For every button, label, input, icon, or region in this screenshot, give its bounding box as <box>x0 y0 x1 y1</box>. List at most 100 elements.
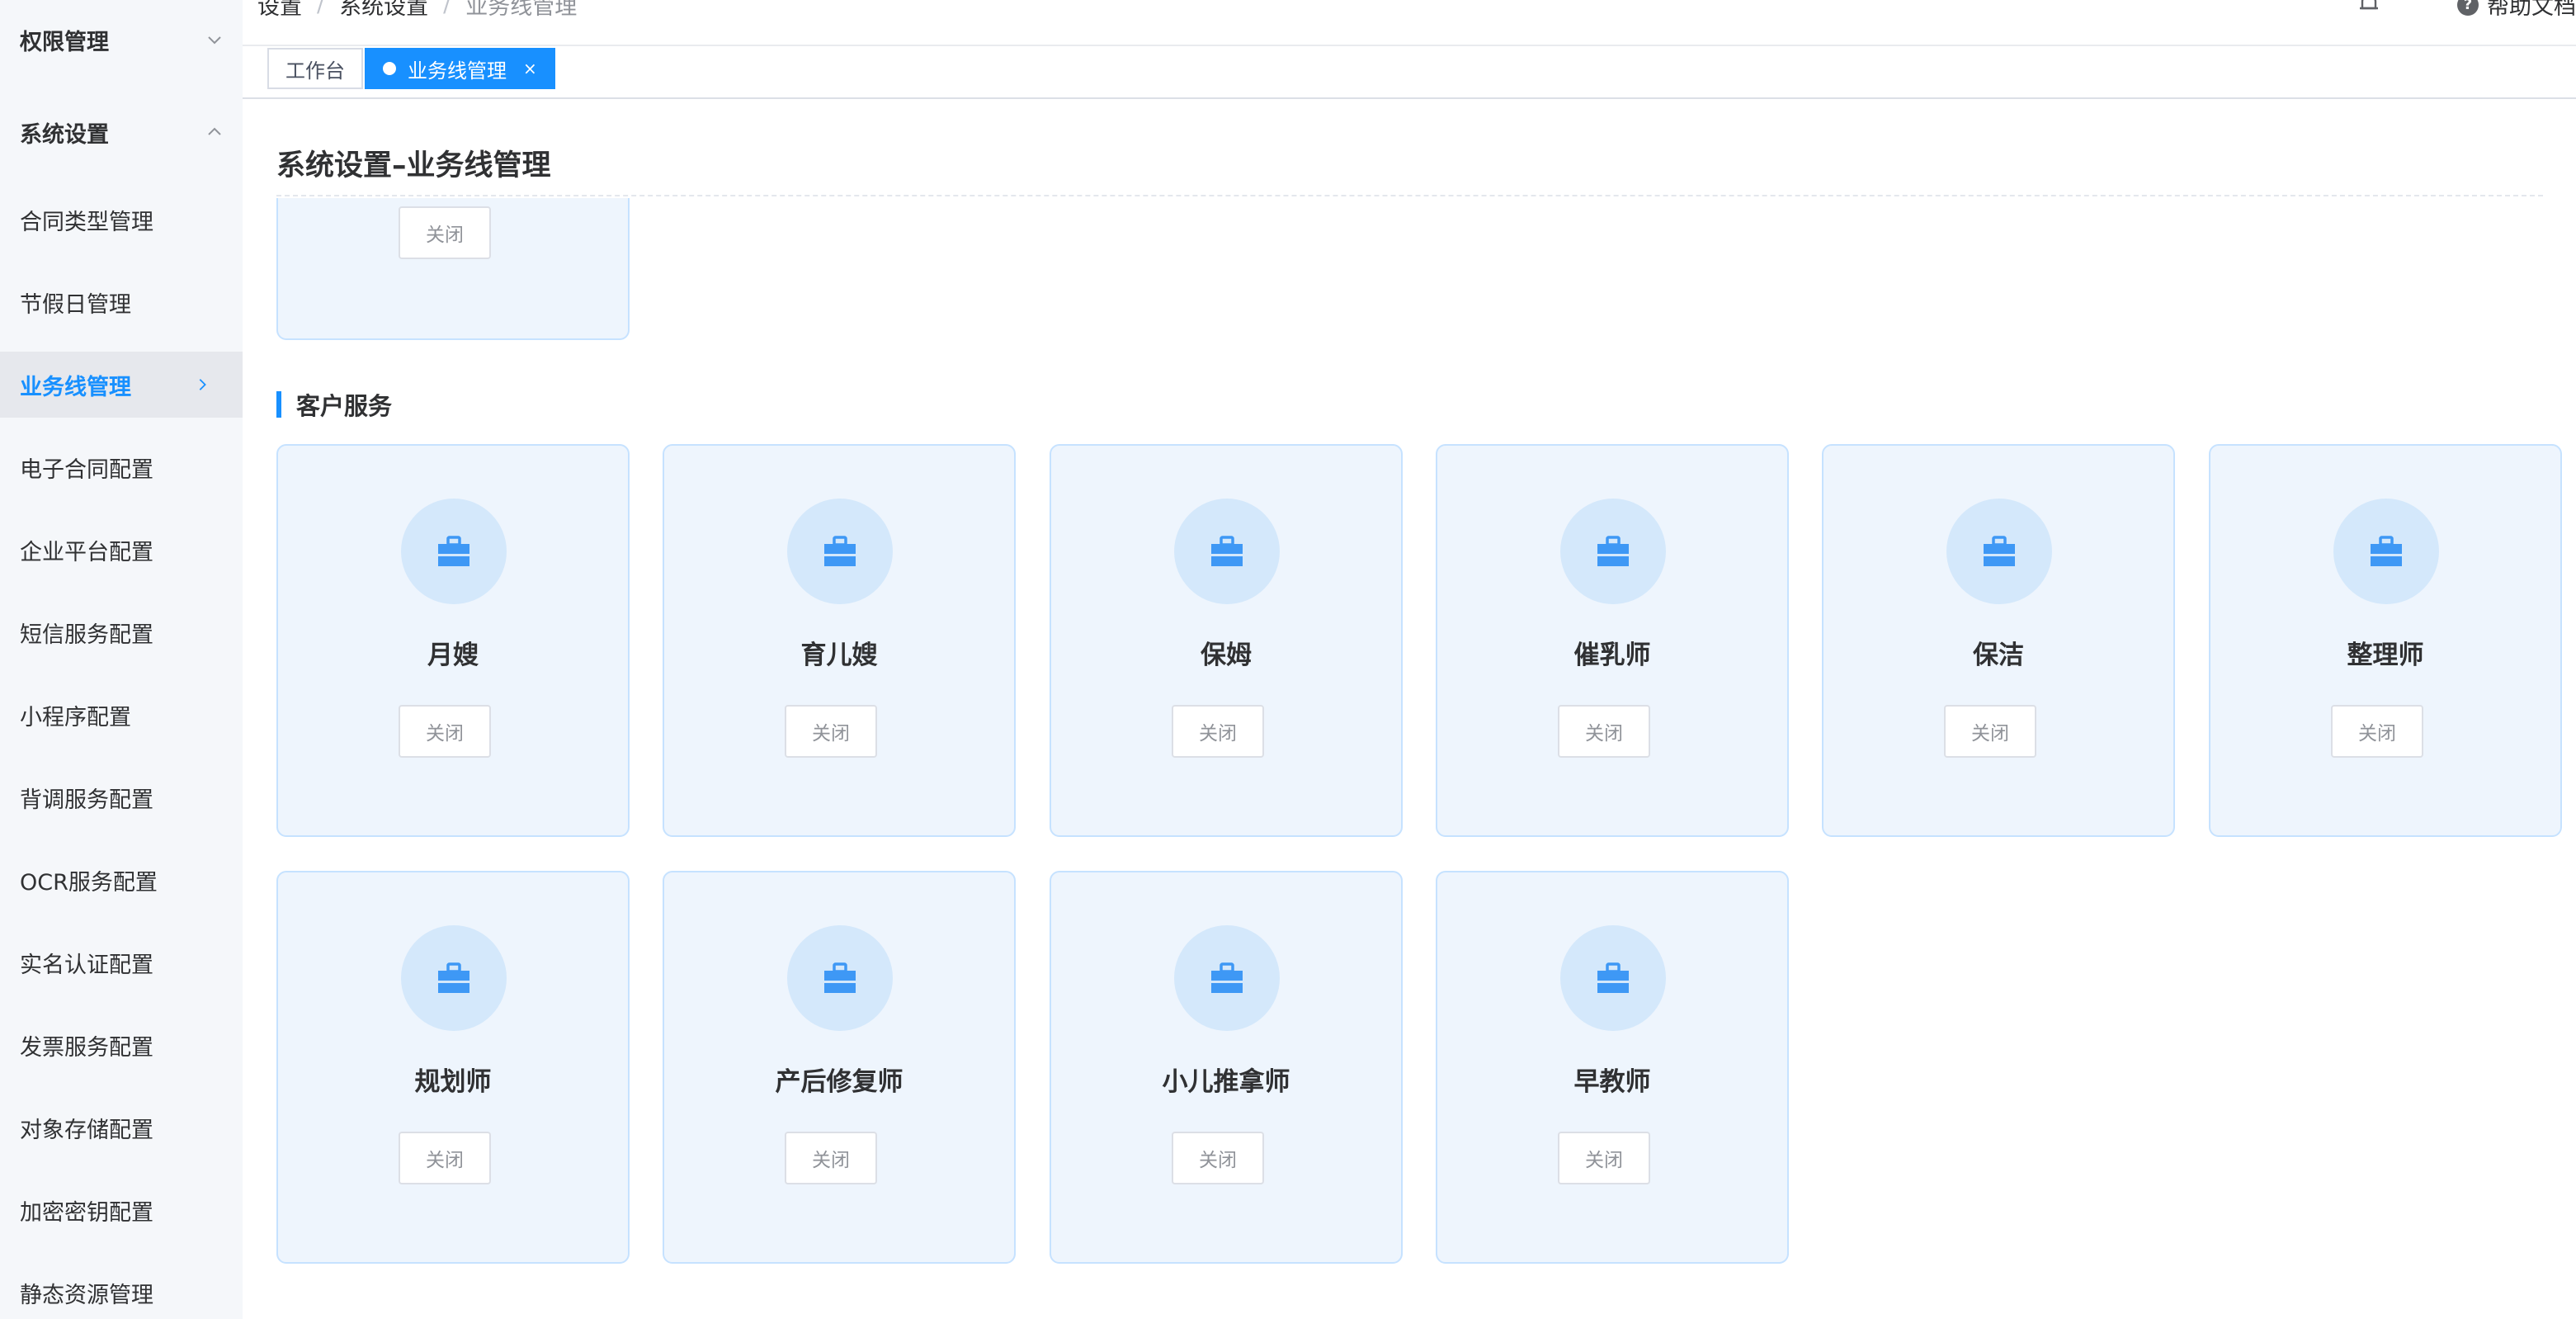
tab-label: 业务线管理 <box>408 59 507 83</box>
briefcase-icon <box>1211 962 1243 993</box>
sidebar: 权限管理 系统设置 合同类型管理 节假日管理 业务线管理 电子合同配置 企业平台… <box>0 0 243 1319</box>
business-line-name: 整理师 <box>2347 641 2424 670</box>
sidebar-item-label: 业务线管理 <box>20 374 131 400</box>
sidebar-item-label: 电子合同配置 <box>20 456 153 483</box>
icon-circle <box>2333 499 2439 604</box>
briefcase-icon <box>438 962 469 993</box>
business-line-name: 育儿嫂 <box>800 641 878 670</box>
close-button[interactable]: 关闭 <box>1172 1132 1264 1184</box>
icon-circle <box>1174 499 1280 604</box>
icon-circle <box>1560 925 1666 1031</box>
close-button[interactable]: 关闭 <box>399 705 491 758</box>
breadcrumb-item[interactable]: 系统设置 <box>339 0 428 21</box>
chevron-right-icon <box>199 379 206 390</box>
section-title-label: 客户服务 <box>296 392 393 420</box>
close-icon[interactable]: × <box>523 59 537 78</box>
chevron-down-icon <box>208 36 221 45</box>
close-button[interactable]: 关闭 <box>785 1132 877 1184</box>
sidebar-item-label: 背调服务配置 <box>20 787 153 813</box>
close-button[interactable]: 关闭 <box>2331 705 2423 758</box>
breadcrumb-separator: / <box>443 0 451 17</box>
business-line-name: 规划师 <box>414 1067 492 1097</box>
sidebar-group-system-settings[interactable]: 系统设置 <box>20 116 223 149</box>
sidebar-item-label: 合同类型管理 <box>20 209 153 235</box>
sidebar-item-label: 短信服务配置 <box>20 622 153 648</box>
close-button[interactable]: 关闭 <box>1944 705 2036 758</box>
sidebar-item-e-contract[interactable]: 电子合同配置 <box>0 434 243 500</box>
sidebar-item-object-storage[interactable]: 对象存储配置 <box>0 1094 243 1161</box>
icon-circle <box>1946 499 2052 604</box>
close-button[interactable]: 关闭 <box>785 705 877 758</box>
tab-business-lines[interactable]: 业务线管理 × <box>365 48 555 89</box>
breadcrumb-separator: / <box>317 0 325 17</box>
business-line-name: 小儿推拿师 <box>1162 1067 1290 1097</box>
sidebar-item-holidays[interactable]: 节假日管理 <box>0 269 243 335</box>
sidebar-item-contract-types[interactable]: 合同类型管理 <box>0 187 243 253</box>
breadcrumb: 设置 / 系统设置 / 业务线管理 <box>257 0 577 21</box>
icon-circle <box>1174 925 1280 1031</box>
business-line-card: 小儿推拿师关闭 <box>1050 871 1403 1264</box>
sidebar-item-real-name-auth[interactable]: 实名认证配置 <box>0 929 243 995</box>
business-line-name: 早教师 <box>1573 1067 1651 1097</box>
close-button[interactable]: 关闭 <box>399 1132 491 1184</box>
business-line-name: 保洁 <box>1973 641 2024 670</box>
business-line-card: 育儿嫂关闭 <box>663 444 1016 837</box>
close-button[interactable]: 关闭 <box>1558 1132 1650 1184</box>
breadcrumb-item-current: 业务线管理 <box>465 0 578 20</box>
briefcase-icon <box>1597 536 1629 566</box>
sidebar-item-label: 节假日管理 <box>20 291 131 318</box>
briefcase-icon <box>824 962 856 993</box>
breadcrumb-item[interactable]: 设置 <box>257 0 302 21</box>
tabs-bar: 工作台 业务线管理 × <box>243 46 2576 99</box>
sidebar-item-label: 小程序配置 <box>20 704 131 730</box>
sidebar-item-label: 加密密钥配置 <box>20 1199 153 1226</box>
business-line-name: 产后修复师 <box>775 1067 903 1097</box>
sidebar-group-permissions[interactable]: 权限管理 <box>20 23 223 56</box>
sidebar-item-business-lines[interactable]: 业务线管理 <box>0 352 243 418</box>
close-button[interactable]: 关闭 <box>1558 705 1650 758</box>
title-divider <box>276 195 2543 196</box>
briefcase-icon <box>2371 536 2402 566</box>
business-line-card: 催乳师关闭 <box>1436 444 1789 837</box>
sidebar-item-label: 静态资源管理 <box>20 1282 153 1308</box>
close-button[interactable]: 关闭 <box>1172 705 1264 758</box>
sidebar-item-static-resources[interactable]: 静态资源管理 <box>0 1260 243 1319</box>
question-circle-icon: ? <box>2457 0 2479 16</box>
sidebar-item-label: 企业平台配置 <box>20 539 153 565</box>
icon-circle <box>787 925 893 1031</box>
sidebar-item-invoice[interactable]: 发票服务配置 <box>0 1012 243 1078</box>
sidebar-item-background-check[interactable]: 背调服务配置 <box>0 764 243 830</box>
icon-circle <box>787 499 893 604</box>
briefcase-icon <box>1984 536 2015 566</box>
sidebar-item-label: OCR服务配置 <box>20 869 158 896</box>
sidebar-item-ocr[interactable]: OCR服务配置 <box>0 847 243 913</box>
sidebar-group-label: 系统设置 <box>20 121 109 148</box>
icon-circle <box>1560 499 1666 604</box>
sidebar-item-mini-program[interactable]: 小程序配置 <box>0 682 243 748</box>
active-dot-icon <box>383 62 396 75</box>
tab-workbench[interactable]: 工作台 <box>267 48 363 89</box>
close-button[interactable]: 关闭 <box>399 206 491 259</box>
icon-circle <box>401 499 507 604</box>
business-line-name: 月嫂 <box>427 641 479 670</box>
briefcase-icon <box>1211 536 1243 566</box>
business-line-card: 产后修复师关闭 <box>663 871 1016 1264</box>
bell-icon[interactable] <box>2357 0 2381 17</box>
help-docs-link[interactable]: ? 帮助文档 <box>2457 0 2576 21</box>
briefcase-icon <box>438 536 469 566</box>
business-line-card: 保洁关闭 <box>1822 444 2175 837</box>
briefcase-icon <box>1597 962 1629 993</box>
business-line-name: 保姆 <box>1201 641 1252 670</box>
sidebar-item-sms[interactable]: 短信服务配置 <box>0 599 243 665</box>
sidebar-item-label: 实名认证配置 <box>20 952 153 978</box>
briefcase-icon <box>824 536 856 566</box>
section-title: 客户服务 <box>276 390 393 420</box>
business-line-name: 催乳师 <box>1573 641 1651 670</box>
section-accent-bar <box>276 391 281 418</box>
icon-circle <box>401 925 507 1031</box>
top-header: 设置 / 系统设置 / 业务线管理 ? 帮助文档 <box>243 0 2576 46</box>
sidebar-item-encryption-keys[interactable]: 加密密钥配置 <box>0 1177 243 1243</box>
help-docs-label: 帮助文档 <box>2487 0 2576 20</box>
sidebar-item-enterprise-platform[interactable]: 企业平台配置 <box>0 517 243 583</box>
sidebar-group-label: 权限管理 <box>20 29 109 55</box>
